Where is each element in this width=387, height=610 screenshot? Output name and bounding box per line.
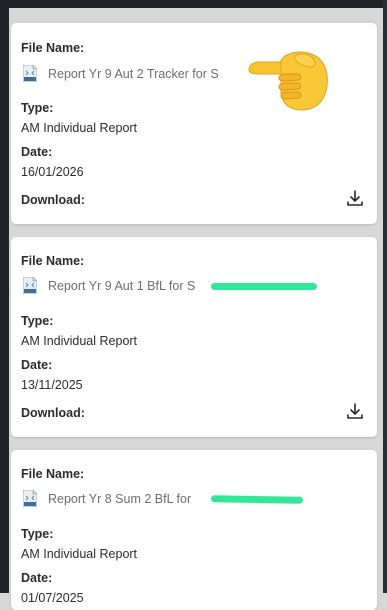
download-icon[interactable] [345, 189, 365, 209]
download-label: Download: [21, 193, 85, 207]
date-label: Date: [21, 571, 53, 585]
date-label: Date: [21, 358, 53, 372]
file-name-label: File Name: [21, 467, 85, 481]
type-label: Type: [21, 314, 54, 328]
date-value: 16/01/2026 [21, 165, 84, 179]
date-value: 01/07/2025 [21, 591, 84, 605]
pointing-hand-emoji [245, 46, 331, 112]
xml-file-icon [22, 276, 38, 295]
report-card-3: File Name: Report Yr 8 Sum 2 BfL for Typ… [11, 450, 377, 610]
file-name-label: File Name: [21, 254, 85, 268]
date-label: Date: [21, 145, 53, 159]
download-label: Download: [21, 406, 85, 420]
type-label: Type: [21, 101, 54, 115]
device-frame-left [0, 0, 9, 593]
file-name-text: Report Yr 9 Aut 2 Tracker for S [48, 66, 219, 81]
file-name-label: File Name: [21, 41, 85, 55]
type-value: AM Individual Report [21, 334, 138, 348]
device-frame-top [0, 0, 387, 8]
xml-file-icon [22, 64, 38, 83]
xml-file-icon [22, 489, 38, 508]
device-frame-right [383, 0, 387, 593]
download-icon[interactable] [345, 402, 365, 422]
date-value: 13/11/2025 [21, 378, 83, 392]
type-label: Type: [21, 527, 54, 541]
type-value: AM Individual Report [21, 121, 138, 135]
redaction-mark [211, 283, 317, 290]
file-name-row[interactable]: Report Yr 9 Aut 1 BfL for S [22, 276, 196, 295]
file-name-text: Report Yr 8 Sum 2 BfL for [48, 491, 192, 506]
type-value: AM Individual Report [21, 547, 138, 561]
file-name-row[interactable]: Report Yr 9 Aut 2 Tracker for S [22, 64, 219, 83]
redaction-mark [210, 495, 304, 504]
report-card-2: File Name: Report Yr 9 Aut 1 BfL for S T… [11, 237, 377, 437]
file-name-text: Report Yr 9 Aut 1 BfL for S [48, 278, 196, 293]
file-name-row[interactable]: Report Yr 8 Sum 2 BfL for [22, 489, 192, 508]
